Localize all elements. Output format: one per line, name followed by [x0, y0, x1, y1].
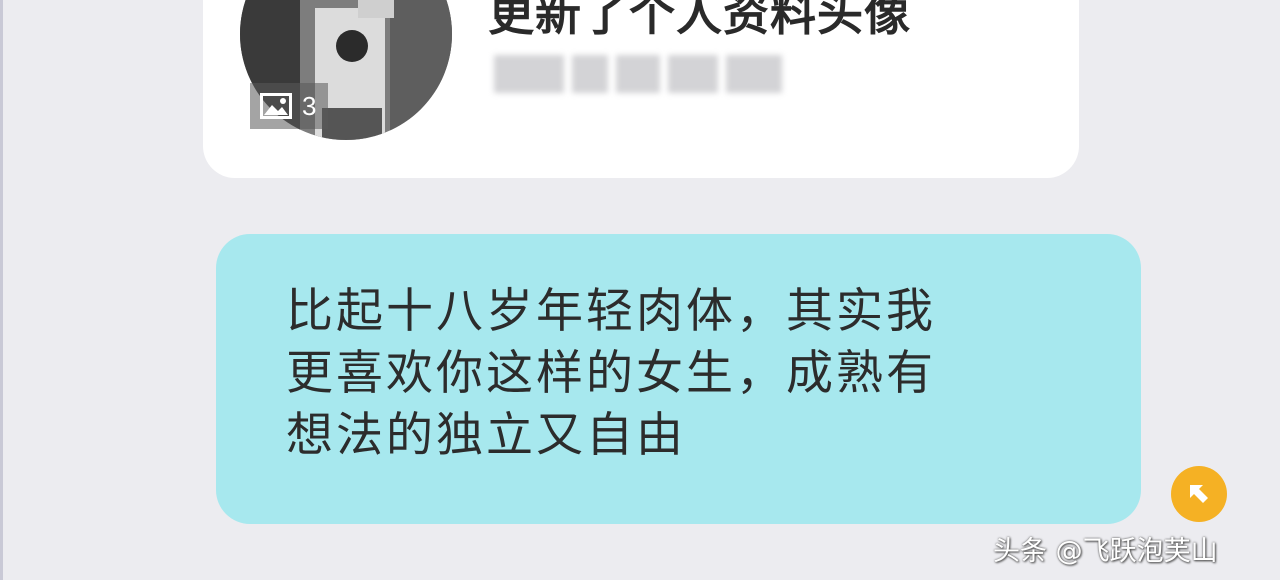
left-edge-divider [0, 0, 3, 580]
photo-count-badge: 3 [250, 83, 329, 129]
message-text: 比起十八岁年轻肉体，其实我 更喜欢你这样的女生，成熟有 想法的独立又自由 [286, 284, 936, 463]
jump-button[interactable] [1171, 466, 1227, 522]
arrow-up-left-icon [1190, 485, 1208, 503]
image-icon [260, 93, 292, 119]
photo-count-label: 3 [302, 90, 317, 121]
blurred-subtitle [494, 55, 782, 93]
card-title: 更新了个人资料头像 [488, 0, 911, 41]
watermark: 头条 @飞跃泡芙山 [993, 536, 1218, 567]
message-bubble[interactable]: 比起十八岁年轻肉体，其实我 更喜欢你这样的女生，成熟有 想法的独立又自由 [216, 234, 1141, 524]
